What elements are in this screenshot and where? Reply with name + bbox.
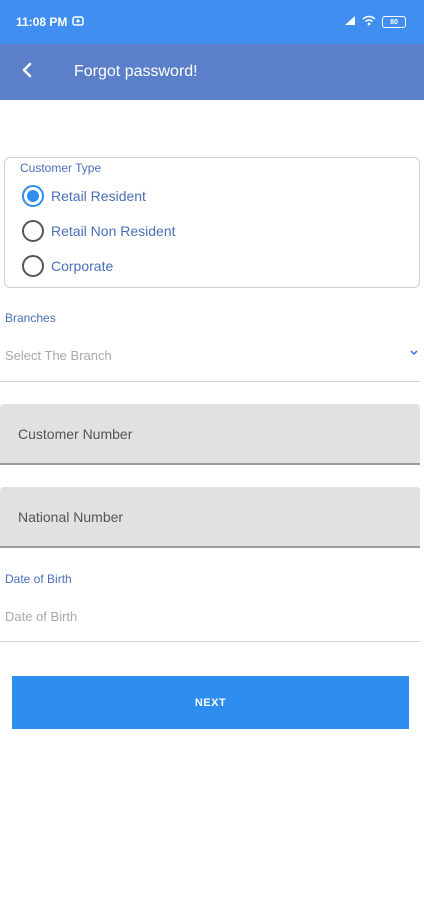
status-bar: 11:08 PM 80 xyxy=(0,0,424,44)
customer-number-placeholder: Customer Number xyxy=(18,425,133,442)
date-of-birth-underline xyxy=(0,641,420,642)
back-button[interactable] xyxy=(0,44,54,100)
radio-button[interactable] xyxy=(22,220,44,242)
customer-type-label: Customer Type xyxy=(20,161,102,175)
radio-label: Corporate xyxy=(51,258,114,274)
national-number-placeholder: National Number xyxy=(18,508,124,525)
notification-icon xyxy=(72,15,85,29)
battery-level: 80 xyxy=(390,18,398,26)
chevron-down-icon[interactable] xyxy=(408,346,420,358)
app-bar: Forgot password! xyxy=(0,44,424,100)
next-button[interactable]: NEXT xyxy=(12,676,409,729)
branches-label: Branches xyxy=(5,311,56,325)
signal-icon xyxy=(344,15,356,29)
national-number-input[interactable]: National Number xyxy=(0,487,420,548)
branch-select[interactable]: Select The Branch xyxy=(5,348,112,363)
customer-type-group: Customer Type Retail Resident Retail Non… xyxy=(4,157,420,288)
battery-icon: 80 xyxy=(382,16,406,28)
radio-button-selected[interactable] xyxy=(22,185,44,207)
status-right: 80 xyxy=(344,15,406,29)
radio-label: Retail Resident xyxy=(51,188,146,204)
branch-select-underline xyxy=(0,381,420,382)
status-left: 11:08 PM xyxy=(16,15,85,29)
radio-option-retail-resident[interactable]: Retail Resident xyxy=(22,185,146,207)
status-time: 11:08 PM xyxy=(16,15,68,29)
page-title: Forgot password! xyxy=(74,63,198,80)
radio-button[interactable] xyxy=(22,255,44,277)
chevron-left-icon xyxy=(21,62,33,83)
date-of-birth-input[interactable]: Date of Birth xyxy=(5,609,77,624)
radio-option-retail-non-resident[interactable]: Retail Non Resident xyxy=(22,220,176,242)
wifi-icon xyxy=(362,15,376,29)
customer-number-input[interactable]: Customer Number xyxy=(0,404,420,465)
radio-label: Retail Non Resident xyxy=(51,223,176,239)
radio-option-corporate[interactable]: Corporate xyxy=(22,255,113,277)
date-of-birth-label: Date of Birth xyxy=(5,572,72,586)
